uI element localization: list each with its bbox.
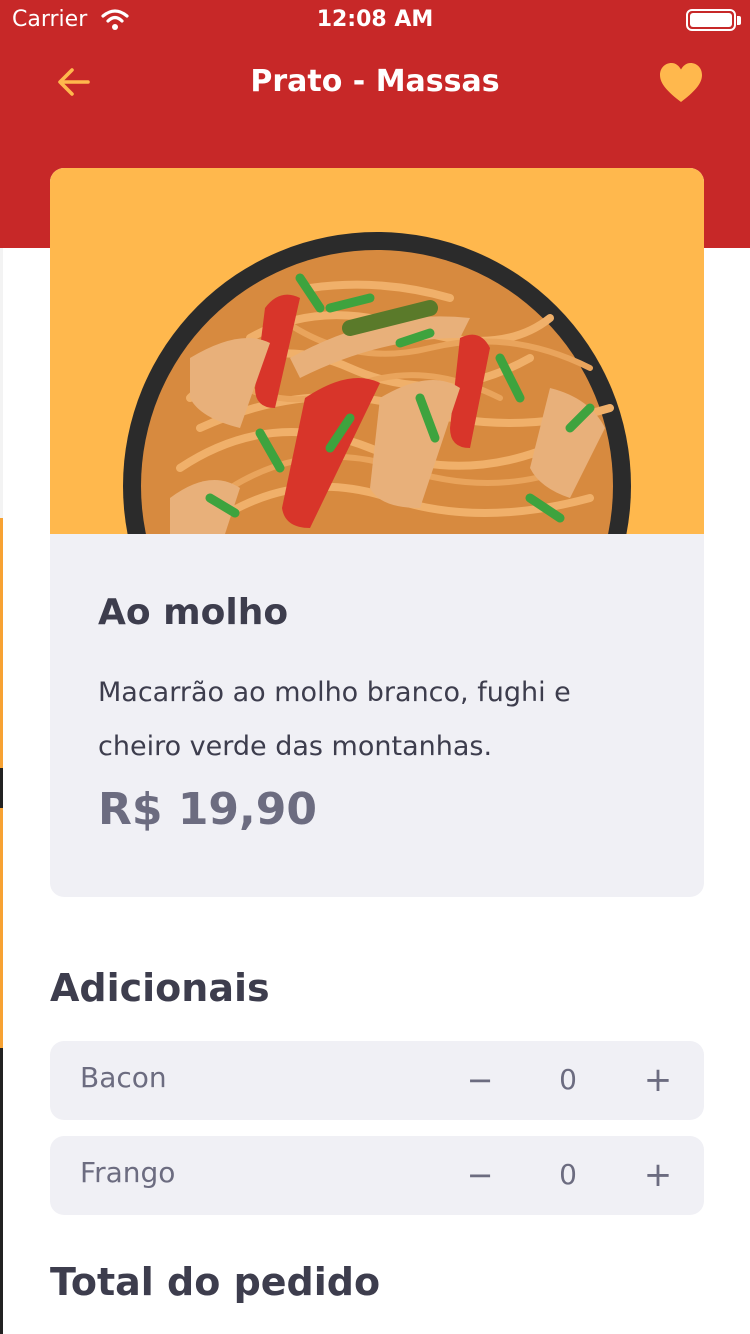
quantity-value: 0 xyxy=(559,1063,577,1096)
extra-item-frango: Frango − 0 + xyxy=(50,1136,704,1215)
dish-description: Macarrão ao molho branco, fughi e cheiro… xyxy=(98,677,571,762)
dish-price: R$ 19,90 xyxy=(98,784,317,835)
navigation-bar: Prato - Massas xyxy=(0,40,750,126)
battery-tip xyxy=(737,16,741,25)
extra-name: Frango xyxy=(80,1156,176,1189)
page-title: Prato - Massas xyxy=(250,64,500,99)
dish-name: Ao molho xyxy=(98,592,289,633)
previous-screen-edge xyxy=(0,248,3,1334)
quantity-value: 0 xyxy=(559,1158,577,1191)
status-bar: Carrier 12:08 AM xyxy=(0,0,750,40)
dish-card: Ao molho Macarrão ao molho branco, fughi… xyxy=(50,168,704,897)
order-total-title: Total do pedido xyxy=(50,1260,381,1304)
increment-button[interactable]: + xyxy=(638,1150,678,1200)
dish-image xyxy=(50,168,704,534)
increment-button[interactable]: + xyxy=(638,1055,678,1105)
pasta-bowl-illustration xyxy=(123,232,631,534)
extras-title: Adicionais xyxy=(50,966,270,1010)
decrement-button[interactable]: − xyxy=(460,1150,500,1200)
clock: 12:08 AM xyxy=(316,7,434,32)
decrement-button[interactable]: − xyxy=(460,1055,500,1105)
extra-name: Bacon xyxy=(80,1061,167,1094)
dish-info: Ao molho Macarrão ao molho branco, fughi… xyxy=(50,534,704,897)
battery-icon xyxy=(686,9,736,31)
heart-icon[interactable] xyxy=(658,62,704,104)
extra-item-bacon: Bacon − 0 + xyxy=(50,1041,704,1120)
